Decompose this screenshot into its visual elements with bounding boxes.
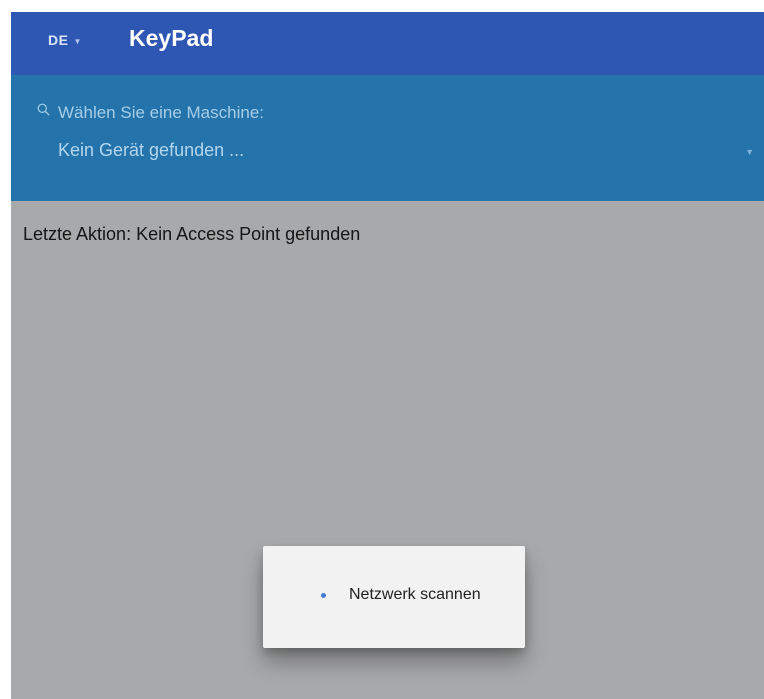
app-title: KeyPad xyxy=(129,25,214,51)
machine-selector[interactable]: Wählen Sie eine Maschine: Kein Gerät gef… xyxy=(11,75,764,201)
search-icon xyxy=(37,103,50,116)
progress-dialog-text: Netzwerk scannen xyxy=(349,586,481,603)
machine-selector-label: Wählen Sie eine Maschine: xyxy=(58,103,265,122)
machine-selector-value: Kein Gerät gefunden ... xyxy=(58,140,245,160)
app-screen: DE ▼ KeyPad Wählen Sie eine Maschine: Ke… xyxy=(11,12,764,699)
language-label: DE xyxy=(48,32,69,48)
progress-dialog: Netzwerk scannen xyxy=(263,546,525,648)
caret-down-icon: ▼ xyxy=(73,36,82,46)
chevron-down-icon: ▼ xyxy=(745,147,754,157)
app-bar: DE ▼ KeyPad xyxy=(11,12,764,75)
language-selector[interactable]: DE ▼ xyxy=(48,29,81,51)
last-action-status: Letzte Aktion: Kein Access Point gefunde… xyxy=(23,224,361,244)
spinner-icon xyxy=(321,593,326,598)
